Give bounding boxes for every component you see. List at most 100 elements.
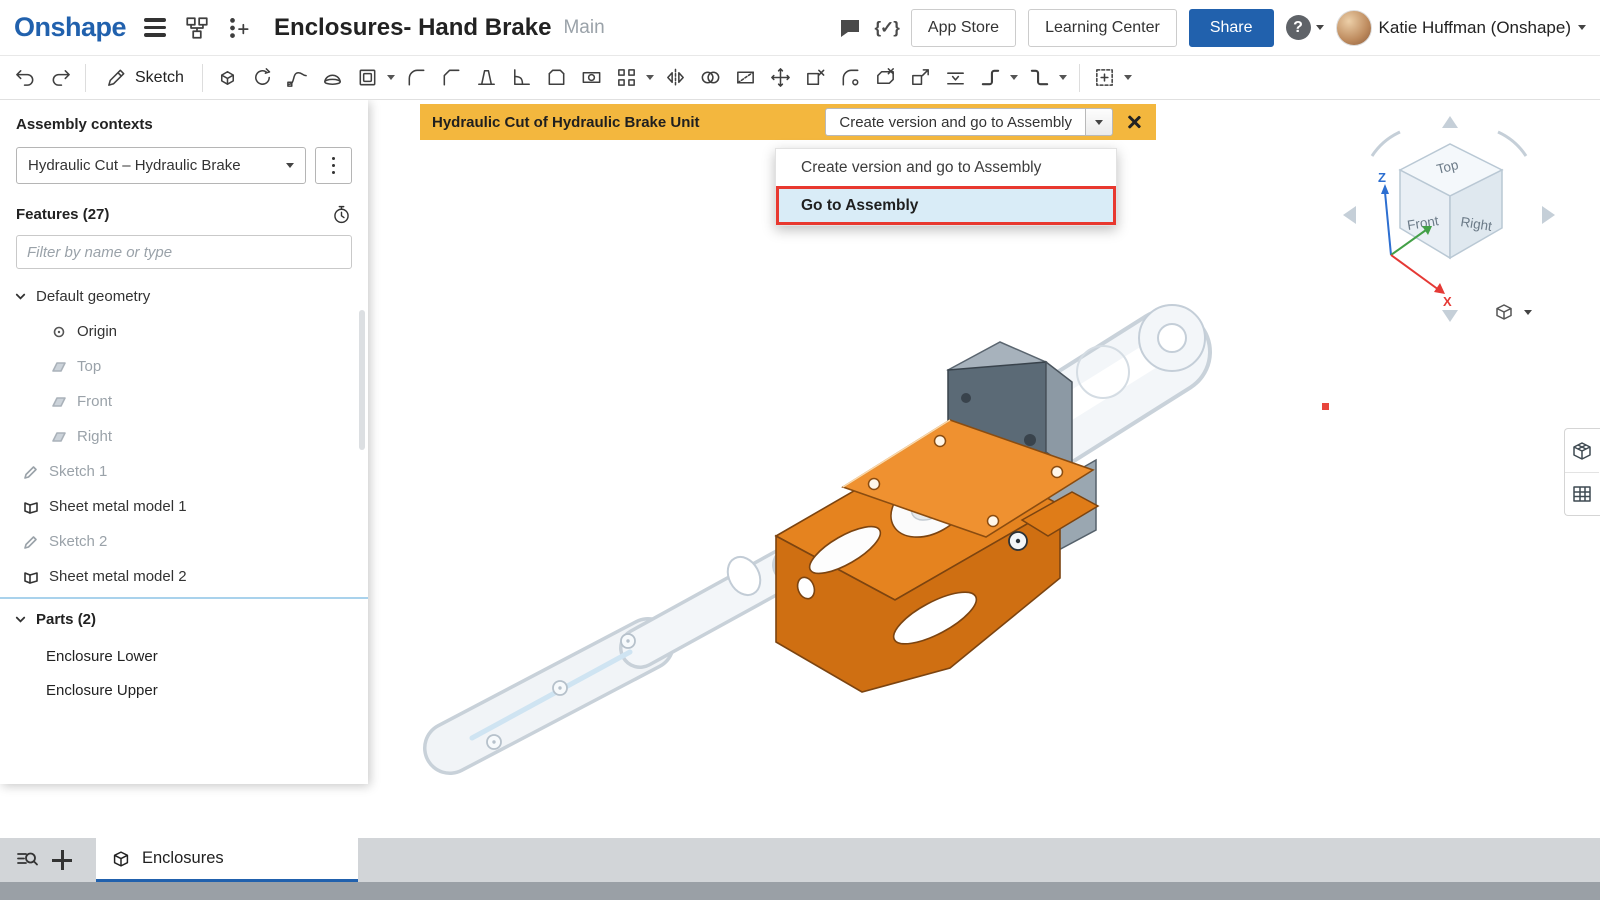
plane-icon <box>50 428 68 446</box>
create-version-button[interactable]: Create version and go to Assembly <box>825 108 1086 136</box>
tree-item-default-geometry[interactable]: Default geometry <box>0 279 368 314</box>
chevron-down-icon <box>1524 310 1532 315</box>
boolean-icon[interactable] <box>694 61 728 95</box>
branch-name[interactable]: Main <box>563 17 604 39</box>
tree-item-sheet-metal-model-2[interactable]: Sheet metal model 2 <box>0 559 368 594</box>
tab-enclosures[interactable]: Enclosures <box>96 838 358 882</box>
transform-icon[interactable] <box>764 61 798 95</box>
chevron-down-icon[interactable] <box>1010 75 1018 80</box>
chevron-down-icon[interactable] <box>1059 75 1067 80</box>
toolbar-separator <box>202 64 203 92</box>
revolve-icon[interactable] <box>246 61 280 95</box>
toolbar-separator <box>1079 64 1080 92</box>
sketch-button[interactable]: Sketch <box>94 61 194 95</box>
document-title[interactable]: Enclosures- Hand Brake <box>274 14 551 42</box>
origin-icon <box>50 323 68 341</box>
sheet-metal-view-panel <box>1564 428 1600 516</box>
app-store-button[interactable]: App Store <box>911 9 1016 47</box>
panel-title: Assembly contexts <box>16 116 352 133</box>
fillet-icon[interactable] <box>400 61 434 95</box>
tree-item-right-plane[interactable]: Right <box>0 419 368 454</box>
menu-item-create-version[interactable]: Create version and go to Assembly <box>776 149 1116 186</box>
panel-scrollbar[interactable] <box>359 310 365 450</box>
hole-icon[interactable] <box>575 61 609 95</box>
graphics-area[interactable]: Assembly contexts Hydraulic Cut – Hydrau… <box>0 100 1600 838</box>
add-tab-icon[interactable] <box>50 848 74 872</box>
assembly-context-notification-bar: Hydraulic Cut of Hydraulic Brake Unit Cr… <box>420 104 1156 140</box>
sketch-icon <box>22 463 40 481</box>
tree-item-origin[interactable]: Origin <box>0 314 368 349</box>
sheet-metal-3d-view-button[interactable] <box>1565 429 1599 472</box>
flat-pattern-view-button[interactable] <box>1565 472 1599 515</box>
tree-item-sheet-metal-model-1[interactable]: Sheet metal model 1 <box>0 489 368 524</box>
part-row-enclosure-upper[interactable]: Enclosure Upper <box>0 673 368 707</box>
help-menu[interactable]: ? <box>1286 15 1324 40</box>
shell-icon[interactable] <box>540 61 574 95</box>
tree-item-sketch-1[interactable]: Sketch 1 <box>0 454 368 489</box>
tree-item-top-plane[interactable]: Top <box>0 349 368 384</box>
context-menu-button[interactable] <box>315 147 352 184</box>
draft-icon[interactable] <box>470 61 504 95</box>
manage-tabs-icon[interactable] <box>12 845 42 875</box>
part-row-enclosure-lower[interactable]: Enclosure Lower <box>0 639 368 673</box>
view-cube[interactable]: Top Front Right Z X <box>1338 112 1560 330</box>
chamfer-icon[interactable] <box>435 61 469 95</box>
mirror-icon[interactable] <box>659 61 693 95</box>
chevron-down-icon[interactable] <box>646 75 654 80</box>
redo-button[interactable] <box>43 61 77 95</box>
hamburger-menu-icon[interactable] <box>144 18 166 37</box>
sheet-metal-utilities-icon[interactable] <box>1023 61 1057 95</box>
avatar[interactable] <box>1336 10 1372 46</box>
help-icon[interactable]: ? <box>1286 15 1311 40</box>
modify-fillet-icon[interactable] <box>834 61 868 95</box>
move-face-icon[interactable] <box>904 61 938 95</box>
close-icon[interactable] <box>1123 111 1145 133</box>
filter-input[interactable] <box>16 235 352 269</box>
sheet-metal-icon <box>22 498 40 516</box>
chevron-down-icon[interactable] <box>1124 75 1132 80</box>
linear-pattern-icon[interactable] <box>610 61 644 95</box>
rib-icon[interactable] <box>505 61 539 95</box>
chevron-down-icon <box>14 613 27 626</box>
learning-center-button[interactable]: Learning Center <box>1028 9 1177 47</box>
comments-icon[interactable] <box>838 16 862 40</box>
plane-icon <box>50 393 68 411</box>
featurescript-notices-icon[interactable]: {✓} <box>874 18 898 38</box>
menu-item-go-to-assembly[interactable]: Go to Assembly <box>776 186 1116 225</box>
sheet-metal-icon <box>22 568 40 586</box>
mate-connector-icon[interactable] <box>1088 61 1122 95</box>
sweep-icon[interactable] <box>281 61 315 95</box>
toolbar-separator <box>85 64 86 92</box>
versions-graph-icon[interactable] <box>184 15 210 41</box>
sheet-metal-flange-icon[interactable] <box>974 61 1008 95</box>
chevron-down-icon[interactable] <box>387 75 395 80</box>
loft-icon[interactable] <box>316 61 350 95</box>
chevron-down-icon <box>1578 25 1586 30</box>
tree-item-sketch-2[interactable]: Sketch 2 <box>0 524 368 559</box>
extrude-icon[interactable] <box>211 61 245 95</box>
tree-item-front-plane[interactable]: Front <box>0 384 368 419</box>
delete-part-icon[interactable] <box>799 61 833 95</box>
sketch-icon <box>22 533 40 551</box>
selection-dot <box>1322 403 1329 410</box>
assembly-contexts-panel: Assembly contexts Hydraulic Cut – Hydrau… <box>0 100 368 784</box>
chevron-down-icon <box>1095 120 1103 125</box>
cube-icon <box>1492 300 1516 324</box>
view-options-button[interactable] <box>1492 300 1532 324</box>
thicken-icon[interactable] <box>351 61 385 95</box>
insert-new-element-icon[interactable] <box>226 15 252 41</box>
context-dropdown[interactable]: Hydraulic Cut – Hydraulic Brake <box>16 147 306 184</box>
notification-dropdown-button[interactable] <box>1086 108 1113 136</box>
window-bottom-strip <box>0 882 1600 900</box>
user-menu[interactable]: Katie Huffman (Onshape) <box>1336 10 1586 46</box>
rollback-history-icon[interactable] <box>331 204 352 225</box>
features-header: Features (27) <box>16 206 109 223</box>
onshape-logo[interactable]: Onshape <box>14 12 126 43</box>
split-icon[interactable] <box>729 61 763 95</box>
replace-face-icon[interactable] <box>939 61 973 95</box>
share-button[interactable]: Share <box>1189 9 1274 47</box>
delete-face-icon[interactable] <box>869 61 903 95</box>
chevron-down-icon[interactable] <box>14 290 27 303</box>
parts-section-header[interactable]: Parts (2) <box>0 599 368 639</box>
undo-button[interactable] <box>8 61 42 95</box>
